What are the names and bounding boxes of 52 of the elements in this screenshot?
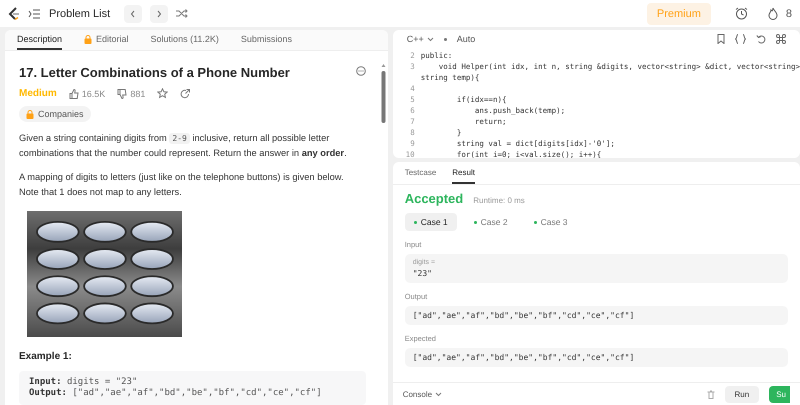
list-icon[interactable]: [28, 8, 41, 18]
description-paragraph: Given a string containing digits from 2-9 inclusive, return all possible letter combinations that the number could represent. Return the answer in any order.: [19, 132, 348, 160]
panel-tab[interactable]: Description: [17, 30, 62, 50]
thumbs-up-icon[interactable]: [68, 88, 79, 98]
difficulty-label: Medium: [19, 88, 57, 99]
console-tab[interactable]: Testcase: [404, 162, 436, 184]
more-options-icon[interactable]: [356, 66, 366, 76]
result-status: Accepted: [404, 191, 464, 206]
auto-mode-label[interactable]: Auto: [456, 34, 476, 44]
lock-icon: [84, 34, 92, 44]
thumbs-down-icon[interactable]: [117, 88, 128, 98]
dislikes-count: 881: [130, 88, 146, 98]
star-icon[interactable]: [157, 88, 168, 99]
alarm-clock-icon[interactable]: [734, 7, 748, 20]
chevron-right-icon: [156, 10, 162, 18]
case-tab[interactable]: Case 3: [524, 213, 577, 231]
caret-icon: [426, 36, 434, 42]
undo-icon[interactable]: [756, 34, 766, 44]
braces-icon[interactable]: [735, 34, 746, 44]
lock-icon: [26, 110, 34, 118]
next-button[interactable]: [150, 4, 168, 22]
console-dropdown[interactable]: Console: [402, 390, 442, 398]
expected-value-box: ["ad","ae","af","bd","be","bf","cd","ce","cf"]: [404, 348, 788, 367]
case-tab[interactable]: Case 1: [404, 213, 457, 231]
output-value-box: ["ad","ae","af","bd","be","bf","cd","ce","cf"]: [404, 306, 788, 325]
share-icon[interactable]: [180, 88, 190, 98]
panel-tab[interactable]: Submissions: [240, 30, 292, 50]
description-paragraph: A mapping of digits to letters (just like on the telephone buttons) is given below. Note that 1 does not map to any letters.: [19, 171, 345, 199]
case-tab[interactable]: Case 2: [464, 213, 517, 231]
example-code-block: Input: digits = "23" Output: ["ad","ae","af","bd","be","bf","cd","ce","cf"]: [19, 371, 366, 405]
problem-title: 17. Letter Combinations of a Phone Number: [19, 65, 291, 80]
language-dropdown[interactable]: C++: [406, 34, 434, 44]
caret-icon: [435, 392, 442, 396]
bookmark-icon[interactable]: [717, 34, 725, 44]
companies-tag[interactable]: Companies: [19, 106, 91, 122]
example-heading: Example 1:: [19, 351, 73, 362]
shuffle-icon[interactable]: [176, 9, 188, 18]
streak-count: 8: [786, 8, 792, 20]
runtime-label: Runtime: 0 ms: [473, 196, 525, 205]
panel-tab[interactable]: Editorial: [84, 30, 129, 50]
likes-count: 16.5K: [82, 88, 106, 98]
panel-tab[interactable]: Solutions (11.2K): [150, 30, 219, 50]
dot-icon: [444, 38, 447, 40]
problem-list-title[interactable]: Problem List: [49, 8, 110, 20]
command-key-icon[interactable]: [776, 34, 786, 44]
trash-icon[interactable]: [706, 390, 715, 398]
chevron-left-icon: [130, 10, 136, 18]
console-tab[interactable]: Result: [452, 162, 475, 184]
logo-icon[interactable]: [8, 6, 20, 20]
run-button[interactable]: Run: [724, 386, 760, 402]
flame-icon[interactable]: [768, 7, 778, 20]
previous-button[interactable]: [124, 4, 142, 22]
